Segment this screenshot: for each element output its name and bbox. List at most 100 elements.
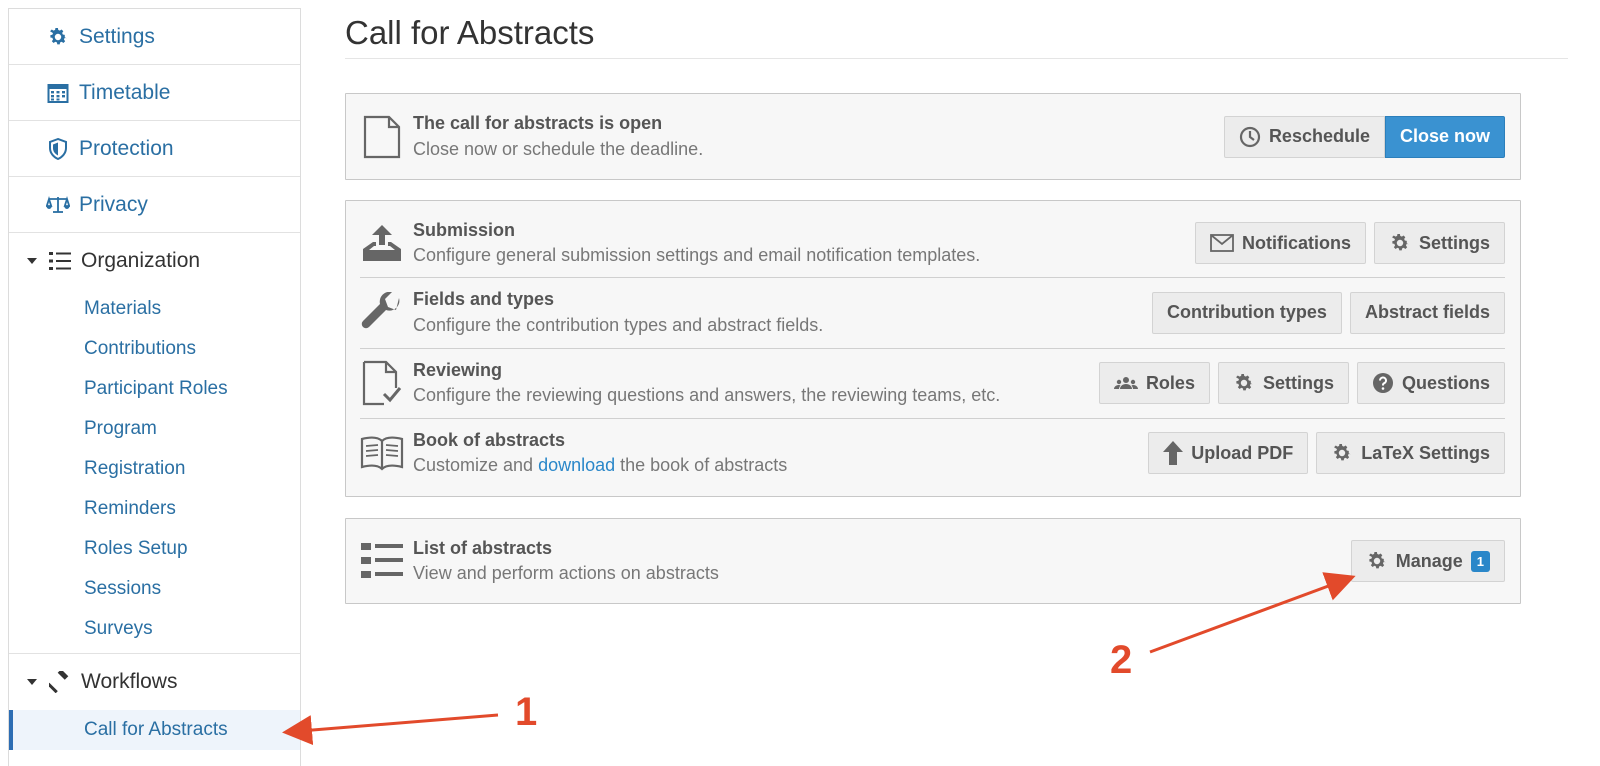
manage-count-badge: 1 <box>1470 550 1490 572</box>
cfa-status-panel: The call for abstracts is open Close now… <box>345 93 1521 180</box>
submission-settings-button[interactable]: Settings <box>1373 222 1505 264</box>
cfa-status-desc: Close now or schedule the deadline. <box>413 138 704 159</box>
fields-types-desc: Configure the contribution types and abs… <box>413 314 824 335</box>
roles-label: Roles <box>1145 372 1195 393</box>
page-title: Call for Abstracts <box>345 14 595 51</box>
sidebar-group-workflows[interactable]: Workflows <box>9 654 300 710</box>
file-check-icon <box>360 360 404 406</box>
caret-down-icon <box>25 258 39 264</box>
sidebar-item-privacy[interactable]: Privacy <box>9 177 300 233</box>
abstract-fields-button[interactable]: Abstract fields <box>1349 291 1505 334</box>
sidebar-item-registration[interactable]: Registration <box>9 449 300 489</box>
cfa-config-panel: Submission Configure general submission … <box>345 200 1521 497</box>
title-divider <box>345 58 1568 59</box>
sidebar-item-label: Protection <box>79 136 174 160</box>
reviewing-settings-button[interactable]: Settings <box>1217 362 1349 404</box>
annotation-arrow-1 <box>282 713 499 746</box>
notifications-button[interactable]: Notifications <box>1194 222 1366 264</box>
upload-tray-icon <box>360 221 404 265</box>
close-now-label: Close now <box>1399 126 1490 146</box>
users-icon <box>1113 375 1138 391</box>
reviewing-title: Reviewing <box>413 359 503 380</box>
upload-pdf-label: Upload PDF <box>1191 442 1294 463</box>
fields-types-row: Fields and types Configure the contribut… <box>346 277 1520 348</box>
roles-button[interactable]: Roles <box>1098 362 1210 404</box>
sidebar-item-program[interactable]: Program <box>9 409 300 449</box>
questions-button[interactable]: Questions <box>1356 362 1505 404</box>
submission-settings-label: Settings <box>1418 232 1490 253</box>
app-root: Settings Timetable Protection Privacy Or… <box>0 0 1600 766</box>
contribution-types-label: Contribution types <box>1166 302 1327 322</box>
abstracts-list-desc: View and perform actions on abstracts <box>413 563 719 583</box>
fields-types-title: Fields and types <box>413 289 555 310</box>
organization-submenu: Materials Contributions Participant Role… <box>9 289 300 649</box>
book-title: Book of abstracts <box>413 429 566 450</box>
sidebar-group-organization[interactable]: Organization <box>9 233 300 289</box>
file-icon <box>360 115 404 159</box>
submission-desc: Configure general submission settings an… <box>413 245 981 265</box>
reviewing-settings-label: Settings <box>1262 372 1334 393</box>
arrow-up-icon <box>1163 441 1184 465</box>
sidebar-item-call-for-abstracts[interactable]: Call for Abstracts <box>9 710 300 750</box>
gear-icon <box>1331 442 1353 464</box>
annotation-label-2: 2 <box>1110 638 1133 682</box>
sidebar-item-label: Privacy <box>79 192 148 216</box>
sidebar-item-label: Timetable <box>79 80 171 104</box>
sidebar-group-label: Workflows <box>81 670 178 693</box>
contribution-types-button[interactable]: Contribution types <box>1151 291 1342 334</box>
notifications-label: Notifications <box>1241 232 1351 253</box>
envelope-icon <box>1210 234 1234 252</box>
calendar-icon <box>45 80 71 106</box>
workflows-submenu: Call for Abstracts <box>9 710 300 750</box>
caret-down-icon <box>25 679 39 685</box>
sidebar-item-protection[interactable]: Protection <box>9 121 300 177</box>
gear-icon <box>1366 550 1388 572</box>
sidebar-item-reminders[interactable]: Reminders <box>9 489 300 529</box>
close-now-button[interactable]: Close now <box>1384 115 1505 158</box>
sidebar-item-roles-setup[interactable]: Roles Setup <box>9 529 300 569</box>
book-desc-prefix: Customize and <box>413 455 539 475</box>
manage-label: Manage <box>1395 550 1463 571</box>
scale-icon <box>45 192 71 218</box>
gear-icon <box>1233 372 1255 394</box>
wrench-icon <box>360 291 404 335</box>
reviewing-desc: Configure the reviewing questions and an… <box>413 385 1001 405</box>
cfa-status-row: The call for abstracts is open Close now… <box>346 94 1520 179</box>
sidebar-item-timetable[interactable]: Timetable <box>9 65 300 121</box>
cfa-status-title: The call for abstracts is open <box>413 113 663 134</box>
fields-types-actions: Contribution types Abstract fields <box>1151 291 1505 334</box>
gavel-icon <box>47 669 73 695</box>
abstracts-list-actions: Manage 1 <box>1350 540 1505 582</box>
gear-icon <box>45 24 71 50</box>
sidebar-item-participant-roles[interactable]: Participant Roles <box>9 369 300 409</box>
gear-icon <box>1389 232 1411 254</box>
sidebar-item-contributions[interactable]: Contributions <box>9 329 300 369</box>
sidebar-item-sessions[interactable]: Sessions <box>9 569 300 609</box>
cfa-status-actions: Reschedule Close now <box>1223 115 1505 158</box>
list-icon <box>47 248 73 274</box>
book-desc-suffix: the book of abstracts <box>615 455 788 475</box>
reschedule-label: Reschedule <box>1268 126 1370 146</box>
sidebar-item-settings[interactable]: Settings <box>9 9 300 65</box>
submission-title: Submission <box>413 219 516 240</box>
latex-settings-button[interactable]: LaTeX Settings <box>1316 432 1505 474</box>
download-link[interactable]: download <box>538 455 615 475</box>
sidebar-item-surveys[interactable]: Surveys <box>9 609 300 649</box>
book-desc: Customize and download the book of abstr… <box>413 453 1148 478</box>
annotation-label-1: 1 <box>515 690 538 734</box>
reviewing-actions: Roles Settings Questions <box>1098 362 1505 404</box>
submission-row: Submission Configure general submission … <box>346 201 1520 277</box>
clock-icon <box>1239 126 1261 148</box>
question-circle-icon <box>1372 372 1394 394</box>
shield-icon <box>45 136 71 162</box>
upload-pdf-button[interactable]: Upload PDF <box>1148 432 1309 474</box>
latex-settings-label: LaTeX Settings <box>1361 442 1490 463</box>
reschedule-button[interactable]: Reschedule <box>1223 115 1385 158</box>
abstracts-list-panel: List of abstracts View and perform actio… <box>345 518 1521 604</box>
manage-button[interactable]: Manage 1 <box>1350 540 1505 582</box>
reviewing-row: Reviewing Configure the reviewing questi… <box>346 348 1520 418</box>
list-icon <box>360 539 404 583</box>
sidebar-item-materials[interactable]: Materials <box>9 289 300 329</box>
sidebar: Settings Timetable Protection Privacy Or… <box>8 8 301 766</box>
abstract-fields-label: Abstract fields <box>1364 302 1490 322</box>
